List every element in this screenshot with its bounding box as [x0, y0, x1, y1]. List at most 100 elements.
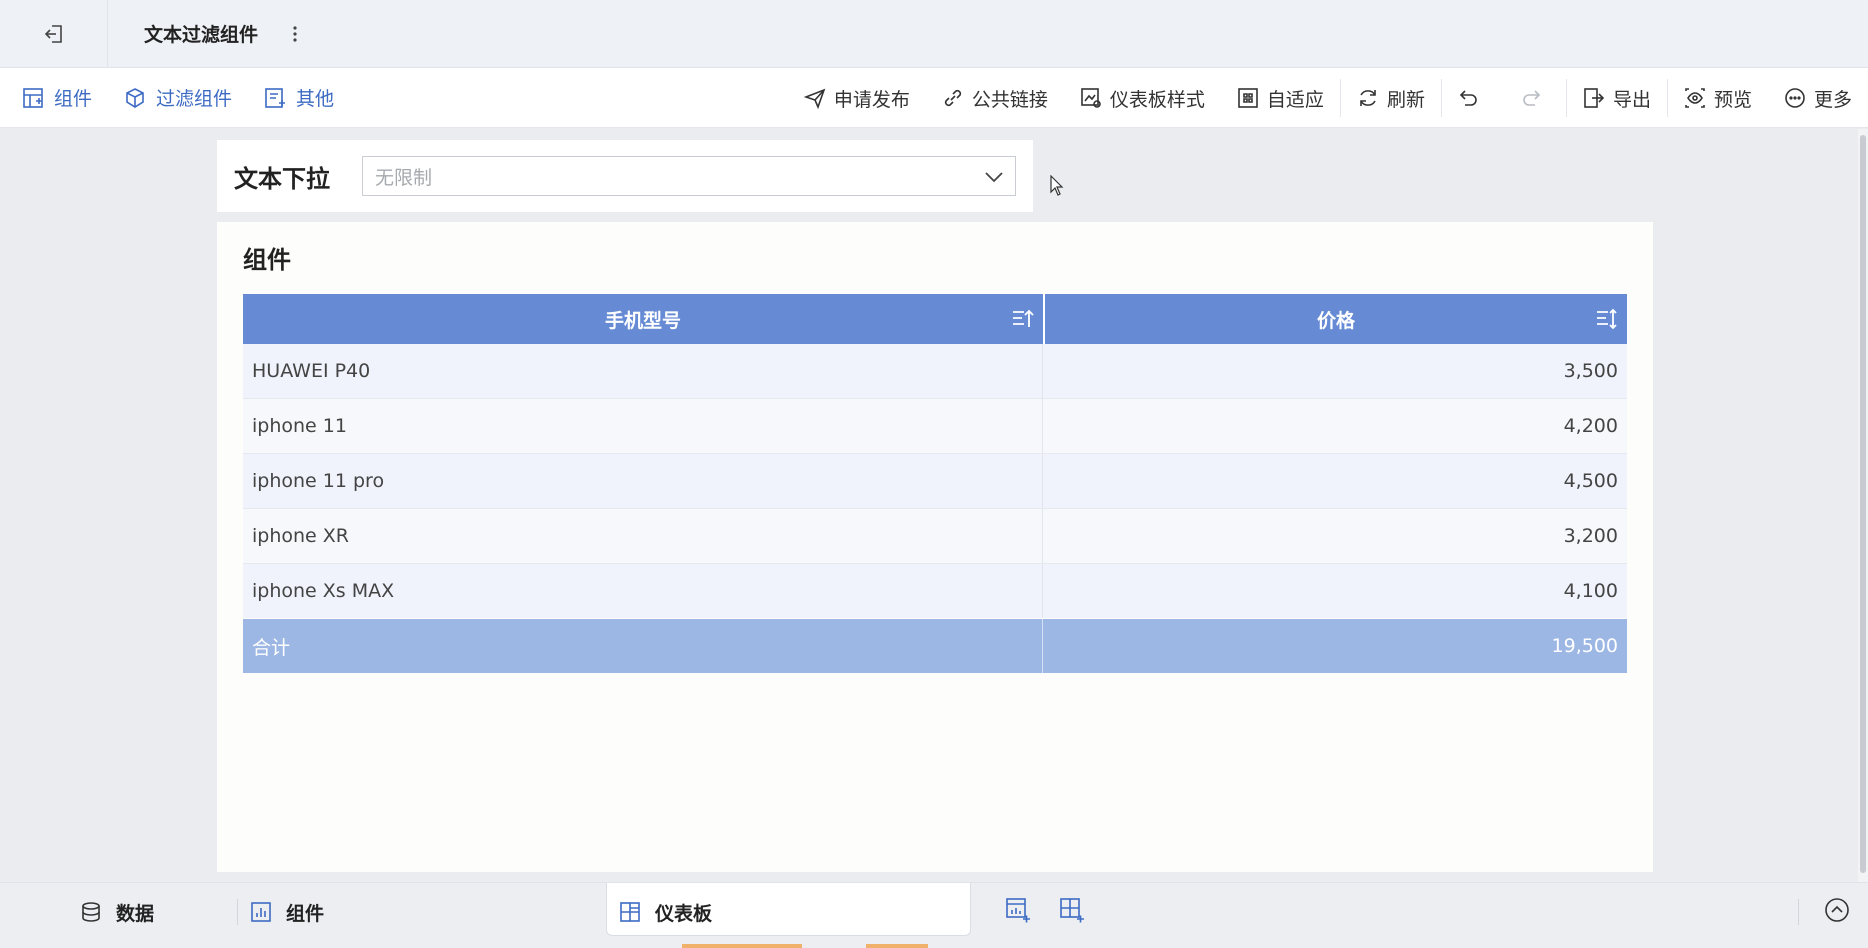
- adaptive-label: 自适应: [1266, 88, 1324, 111]
- cell-model: iphone XR: [243, 509, 1043, 563]
- cell-model: iphone Xs MAX: [243, 564, 1043, 618]
- component-title: 组件: [243, 246, 291, 274]
- tab-dashboard-label: 仪表板: [655, 902, 713, 925]
- adaptive-button[interactable]: 自适应: [1221, 85, 1340, 112]
- total-value: 19,500: [1551, 635, 1618, 657]
- table-row[interactable]: iphone XR 3,200: [243, 509, 1627, 563]
- dashboard-icon: [620, 902, 640, 922]
- cell-price: 4,200: [1563, 415, 1618, 437]
- top-header: 文本过滤组件: [0, 0, 1868, 68]
- exit-button[interactable]: [0, 0, 108, 68]
- more-label: 更多: [1813, 88, 1852, 111]
- dashboard-style-button[interactable]: 仪表板样式: [1064, 85, 1221, 112]
- more-button[interactable]: 更多: [1768, 85, 1868, 112]
- more-circle-icon: [1785, 88, 1805, 108]
- filter-label: 文本下拉: [234, 164, 330, 193]
- chevron-up-circle-icon: [1825, 898, 1849, 922]
- undo-button[interactable]: [1442, 87, 1504, 109]
- filter-component-label: 过滤组件: [156, 88, 233, 110]
- database-icon: [82, 902, 100, 922]
- filter-component-button[interactable]: 过滤组件: [124, 84, 232, 111]
- preview-eye-icon: [1685, 88, 1705, 108]
- table-row[interactable]: iphone 11 4,200: [243, 399, 1627, 453]
- export-icon: [1584, 88, 1605, 108]
- bottom-bar: 数据 组件 仪表板: [0, 882, 1868, 948]
- cell-price: 4,500: [1563, 470, 1618, 492]
- column-header-price[interactable]: 价格: [1045, 294, 1627, 344]
- add-component-button[interactable]: 组件: [22, 84, 92, 111]
- tab-dashboard-content: 仪表板: [619, 883, 712, 941]
- tab-data[interactable]: 数据: [80, 883, 154, 941]
- send-icon: [803, 88, 826, 109]
- cell-model: iphone 11 pro: [243, 454, 1043, 508]
- refresh-button[interactable]: 刷新: [1341, 85, 1441, 112]
- other-label: 其他: [296, 88, 335, 110]
- toolbar-left: 组件 过滤组件 其他: [0, 84, 366, 111]
- dashboard-style-label: 仪表板样式: [1109, 88, 1205, 111]
- publish-button[interactable]: 申请发布: [788, 85, 926, 112]
- other-icon: [265, 87, 286, 108]
- collapse-button[interactable]: [1824, 897, 1850, 927]
- preview-label: 预览: [1713, 88, 1752, 111]
- export-button[interactable]: 导出: [1567, 85, 1667, 112]
- vertical-dots-icon: [293, 25, 297, 42]
- vertical-scrollbar[interactable]: [1858, 129, 1868, 882]
- bottom-accent-mark: [682, 944, 802, 948]
- cell-model: iphone 11: [243, 399, 1043, 453]
- bottom-accent-mark: [866, 944, 928, 948]
- add-dashboard-tab-button[interactable]: [1059, 897, 1085, 927]
- tab-dashboard[interactable]: 仪表板: [606, 883, 971, 936]
- other-button[interactable]: 其他: [264, 84, 334, 111]
- chevron-down-icon: [985, 172, 1003, 183]
- cell-price: 4,100: [1563, 580, 1618, 602]
- bottom-divider: [237, 899, 238, 925]
- add-chart-icon: [1006, 898, 1030, 923]
- table-row[interactable]: iphone Xs MAX 4,100: [243, 564, 1627, 618]
- filter-component-icon: [126, 87, 144, 108]
- filter-select-value: 无限制: [375, 166, 433, 189]
- redo-icon: [1523, 90, 1541, 106]
- total-label: 合计: [243, 619, 1043, 673]
- preview-button[interactable]: 预览: [1668, 85, 1768, 112]
- tab-component[interactable]: 组件: [250, 883, 324, 941]
- undo-icon: [1459, 90, 1477, 106]
- public-link-button[interactable]: 公共链接: [926, 85, 1064, 112]
- table-total-row[interactable]: 合计 19,500: [243, 619, 1627, 673]
- add-component-label: 组件: [54, 88, 93, 110]
- cell-price: 3,200: [1563, 525, 1618, 547]
- sort-icon[interactable]: [1595, 307, 1619, 331]
- publish-label: 申请发布: [833, 88, 910, 111]
- table-row[interactable]: HUAWEI P40 3,500: [243, 344, 1627, 398]
- tab-component-label: 组件: [286, 902, 325, 925]
- more-options-button[interactable]: [292, 25, 298, 43]
- toolbar-right: 申请发布 公共链接 仪表板样式 自适应 刷新 导出 预览 更多: [788, 68, 1868, 128]
- refresh-label: 刷新: [1386, 88, 1425, 111]
- table-header: 手机型号 价格: [243, 294, 1627, 344]
- column-header-model-label: 手机型号: [604, 309, 681, 332]
- public-link-label: 公共链接: [971, 88, 1048, 111]
- link-icon: [944, 89, 961, 107]
- exit-icon: [44, 24, 62, 43]
- table-component[interactable]: 组件 手机型号 价格 HUAWEI P40 3,500 iphone 11 4,…: [217, 222, 1653, 872]
- table-row[interactable]: iphone 11 pro 4,500: [243, 454, 1627, 508]
- refresh-icon: [1360, 90, 1376, 106]
- column-header-price-label: 价格: [1316, 309, 1355, 332]
- redo-button[interactable]: [1504, 87, 1566, 109]
- export-label: 导出: [1612, 88, 1651, 111]
- dashboard-style-icon: [1081, 88, 1101, 108]
- sort-ascending-icon[interactable]: [1011, 307, 1035, 331]
- filter-select[interactable]: 无限制: [362, 156, 1016, 196]
- scrollbar-thumb[interactable]: [1860, 135, 1866, 873]
- cell-price: 3,500: [1563, 360, 1618, 382]
- add-component-tab-button[interactable]: [1005, 897, 1031, 927]
- adaptive-icon: [1238, 88, 1258, 108]
- add-dashboard-icon: [1060, 898, 1084, 923]
- bar-chart-icon: [251, 902, 271, 922]
- mouse-cursor-icon: [1050, 175, 1064, 196]
- bottom-divider: [1798, 899, 1799, 925]
- add-component-icon: [23, 87, 43, 108]
- column-header-model[interactable]: 手机型号: [243, 294, 1043, 344]
- cell-model: HUAWEI P40: [243, 344, 1043, 398]
- page-title: 文本过滤组件: [144, 24, 259, 46]
- toolbar: 组件 过滤组件 其他 申请发布 公共链接 仪表板样式 自适应 刷新 导出 预览 …: [0, 68, 1868, 128]
